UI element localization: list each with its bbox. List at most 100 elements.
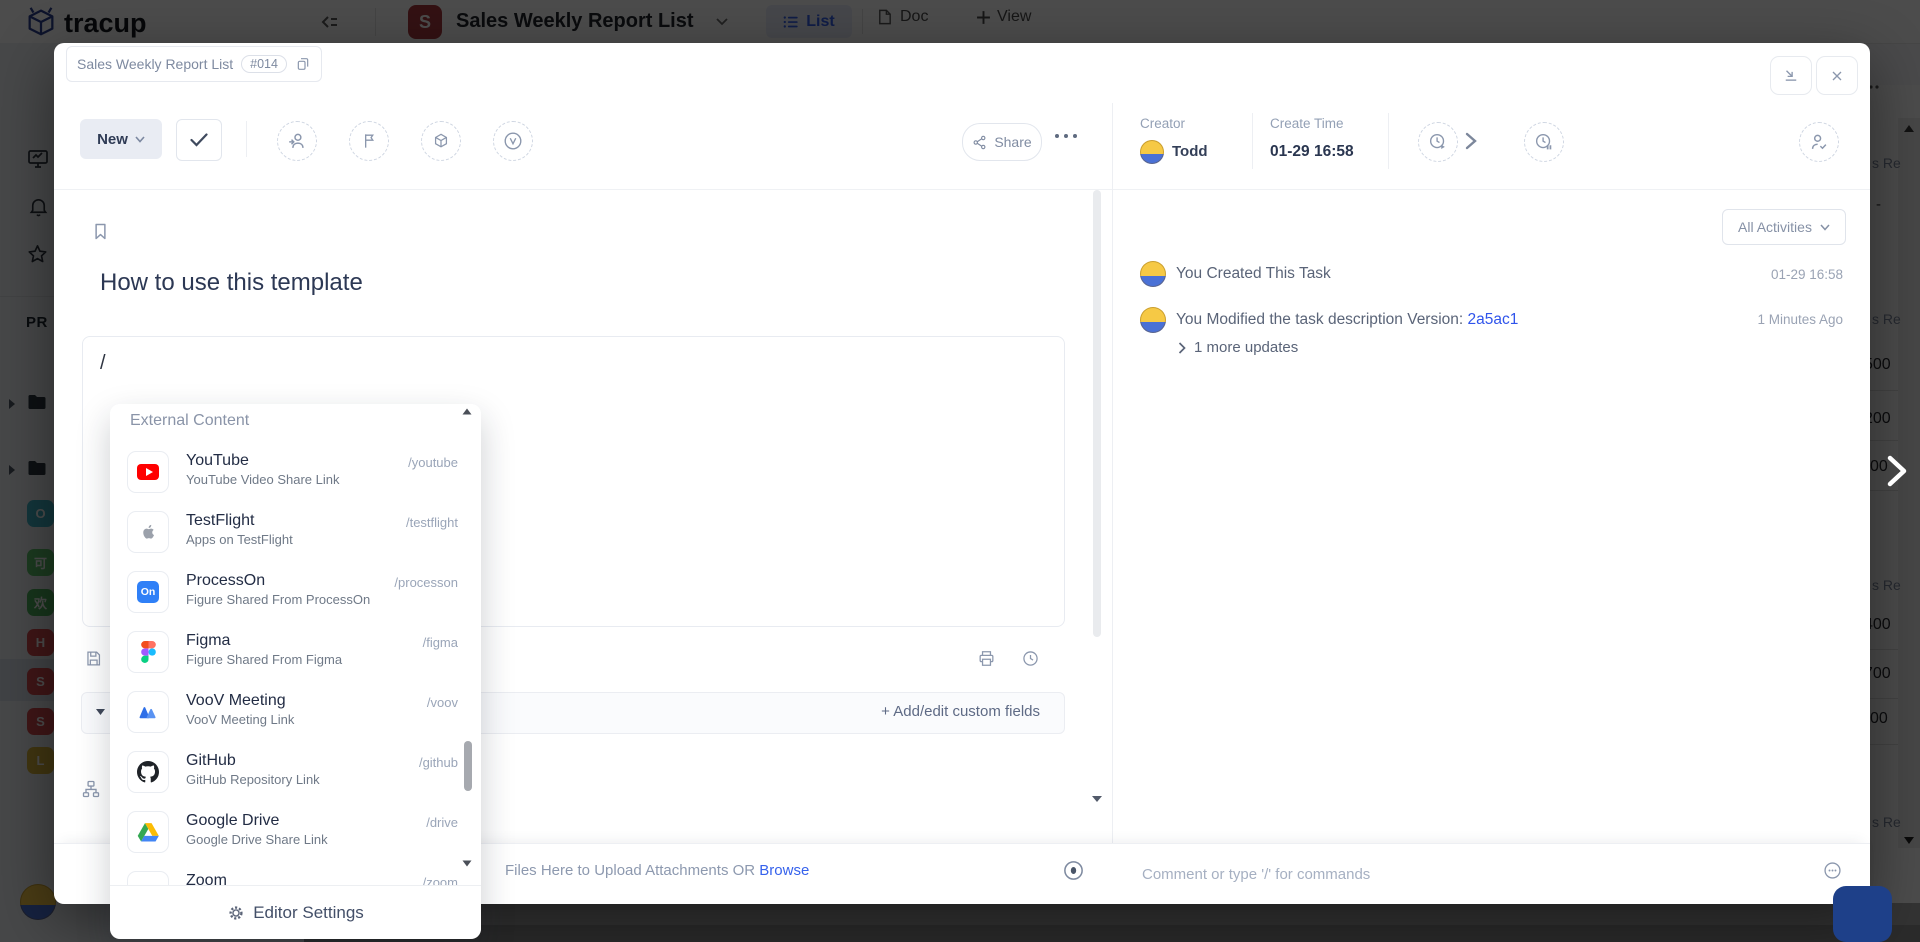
emoji-button[interactable] bbox=[1822, 860, 1843, 881]
follower-button[interactable] bbox=[1799, 122, 1839, 162]
menu-item-figma[interactable]: Figma /figma Figure Shared From Figma bbox=[110, 630, 481, 690]
sidebar-folder-icon[interactable] bbox=[27, 459, 47, 477]
menu-item-github[interactable]: GitHub /github GitHub Repository Link bbox=[110, 750, 481, 810]
assignee-button[interactable] bbox=[277, 121, 317, 161]
due-time-button[interactable] bbox=[1524, 122, 1564, 162]
copy-icon[interactable] bbox=[295, 56, 311, 72]
complete-task-button[interactable] bbox=[176, 119, 222, 161]
activity-time: 1 Minutes Ago bbox=[1757, 312, 1843, 327]
sidebar-project-tile[interactable]: O bbox=[27, 500, 54, 527]
save-button[interactable] bbox=[84, 649, 103, 668]
flag-icon bbox=[365, 134, 374, 148]
sidebar-divider bbox=[0, 296, 60, 297]
content-scrollbar-thumb[interactable] bbox=[1093, 190, 1101, 637]
collapse-caret-icon[interactable] bbox=[95, 708, 106, 716]
bg-cell-value: 00 bbox=[1870, 710, 1888, 727]
menu-scrollbar-thumb[interactable] bbox=[464, 741, 472, 791]
start-time-button[interactable] bbox=[1418, 122, 1458, 162]
sidebar-project-tile[interactable]: S bbox=[27, 708, 54, 735]
history-button[interactable] bbox=[1021, 649, 1040, 668]
google-drive-icon bbox=[127, 811, 169, 853]
folder-caret-icon[interactable] bbox=[7, 398, 17, 410]
tab-doc[interactable]: Doc bbox=[876, 8, 928, 26]
sidebar-project-tile[interactable]: 可 bbox=[27, 549, 54, 576]
priority-button[interactable] bbox=[349, 121, 389, 161]
minimize-button[interactable] bbox=[1770, 56, 1812, 95]
user-avatar[interactable] bbox=[20, 884, 56, 920]
sidebar-project-tile-selected[interactable]: S bbox=[27, 668, 54, 695]
send-comment-button[interactable] bbox=[1833, 886, 1892, 942]
version-button[interactable] bbox=[493, 121, 533, 161]
more-updates-toggle[interactable]: 1 more updates bbox=[1178, 339, 1298, 356]
activity-filter-button[interactable]: All Activities bbox=[1722, 209, 1846, 245]
clock-history-icon bbox=[1023, 651, 1038, 666]
scroll-down-icon[interactable] bbox=[1903, 836, 1915, 845]
version-link[interactable]: 2a5ac1 bbox=[1468, 311, 1519, 328]
close-button[interactable] bbox=[1816, 56, 1858, 95]
folder-caret-icon[interactable] bbox=[7, 464, 17, 476]
doc-icon bbox=[879, 9, 891, 25]
topbar-divider bbox=[375, 8, 376, 36]
status-dropdown-button[interactable]: New bbox=[80, 119, 162, 159]
record-button[interactable] bbox=[1062, 859, 1085, 882]
dashboard-icon[interactable] bbox=[26, 147, 50, 171]
expand-panel-chevron[interactable] bbox=[1884, 453, 1910, 489]
sidebar-folder-icon[interactable] bbox=[27, 393, 47, 411]
attachment-drop-text: Files Here to Upload Attachments OR Brow… bbox=[505, 862, 809, 879]
task-breadcrumb-pill[interactable]: Sales Weekly Report List #014 bbox=[66, 46, 322, 82]
sidebar-project-tile[interactable]: 欢 bbox=[27, 589, 54, 616]
create-time-label: Create Time bbox=[1270, 116, 1344, 131]
print-button[interactable] bbox=[977, 649, 996, 668]
clock-play-icon bbox=[1429, 133, 1445, 149]
editor-settings-button[interactable]: Editor Settings bbox=[110, 885, 481, 939]
figma-icon bbox=[127, 631, 169, 673]
tree-icon bbox=[82, 780, 100, 798]
slash-command-menu: External Content YouTube /youtube YouTub… bbox=[110, 404, 481, 939]
list-page-title: Sales Weekly Report List bbox=[456, 10, 694, 32]
version-circle-icon bbox=[504, 132, 522, 150]
tab-list[interactable]: List bbox=[766, 5, 852, 38]
menu-item-testflight[interactable]: TestFlight /testflight Apps on TestFligh… bbox=[110, 510, 481, 570]
subtask-tree-button[interactable] bbox=[81, 779, 101, 799]
favorites-star-icon[interactable] bbox=[26, 243, 49, 266]
minimize-icon bbox=[1785, 69, 1797, 81]
menu-item-youtube[interactable]: YouTube /youtube YouTube Video Share Lin… bbox=[110, 450, 481, 510]
task-title[interactable]: How to use this template bbox=[100, 269, 363, 297]
more-actions-button[interactable] bbox=[1054, 133, 1078, 139]
add-custom-fields-button[interactable]: + Add/edit custom fields bbox=[881, 703, 1040, 720]
menu-item-voov[interactable]: VooV Meeting /voov VooV Meeting Link bbox=[110, 690, 481, 750]
activity-filter-label: All Activities bbox=[1738, 219, 1812, 235]
menu-item-google-drive[interactable]: Google Drive /drive Google Drive Share L… bbox=[110, 810, 481, 870]
activity-avatar bbox=[1140, 307, 1166, 333]
status-label: New bbox=[97, 130, 128, 148]
sidebar-collapse-icon[interactable] bbox=[318, 10, 342, 34]
sidebar-project-tile[interactable]: H bbox=[27, 629, 54, 656]
creator-name: Todd bbox=[1172, 143, 1208, 160]
save-icon bbox=[87, 651, 101, 666]
activity-avatar bbox=[1140, 261, 1166, 287]
sidebar-project-tile[interactable]: L bbox=[27, 747, 54, 774]
menu-item-processon[interactable]: On ProcessOn /processon Figure Shared Fr… bbox=[110, 570, 481, 630]
menu-scroll-down-icon[interactable] bbox=[458, 860, 476, 867]
bg-fragment: - bbox=[1876, 196, 1881, 213]
bookmark-icon[interactable] bbox=[90, 220, 111, 243]
task-list-name: Sales Weekly Report List bbox=[77, 56, 234, 72]
comment-input[interactable] bbox=[1140, 851, 1764, 897]
gear-icon bbox=[229, 905, 243, 920]
content-scroll-down-icon[interactable] bbox=[1091, 795, 1103, 803]
notifications-bell-icon[interactable] bbox=[27, 195, 50, 218]
editor-settings-label: Editor Settings bbox=[253, 902, 364, 922]
slash-command-list: External Content YouTube /youtube YouTub… bbox=[110, 404, 481, 885]
tab-view-label: View bbox=[997, 8, 1032, 25]
menu-scroll-up-icon[interactable] bbox=[458, 408, 476, 415]
scroll-up-icon[interactable] bbox=[1903, 124, 1915, 133]
tab-add-view[interactable]: View bbox=[976, 8, 1031, 26]
share-button[interactable]: Share bbox=[962, 123, 1042, 161]
cube-icon bbox=[434, 133, 448, 148]
menu-item-zoom[interactable]: Zoom /zoom bbox=[110, 870, 481, 885]
close-icon bbox=[1832, 71, 1842, 80]
processon-icon: On bbox=[127, 571, 169, 613]
module-button[interactable] bbox=[421, 121, 461, 161]
title-caret-icon[interactable] bbox=[716, 18, 728, 26]
browse-link[interactable]: Browse bbox=[759, 862, 809, 879]
